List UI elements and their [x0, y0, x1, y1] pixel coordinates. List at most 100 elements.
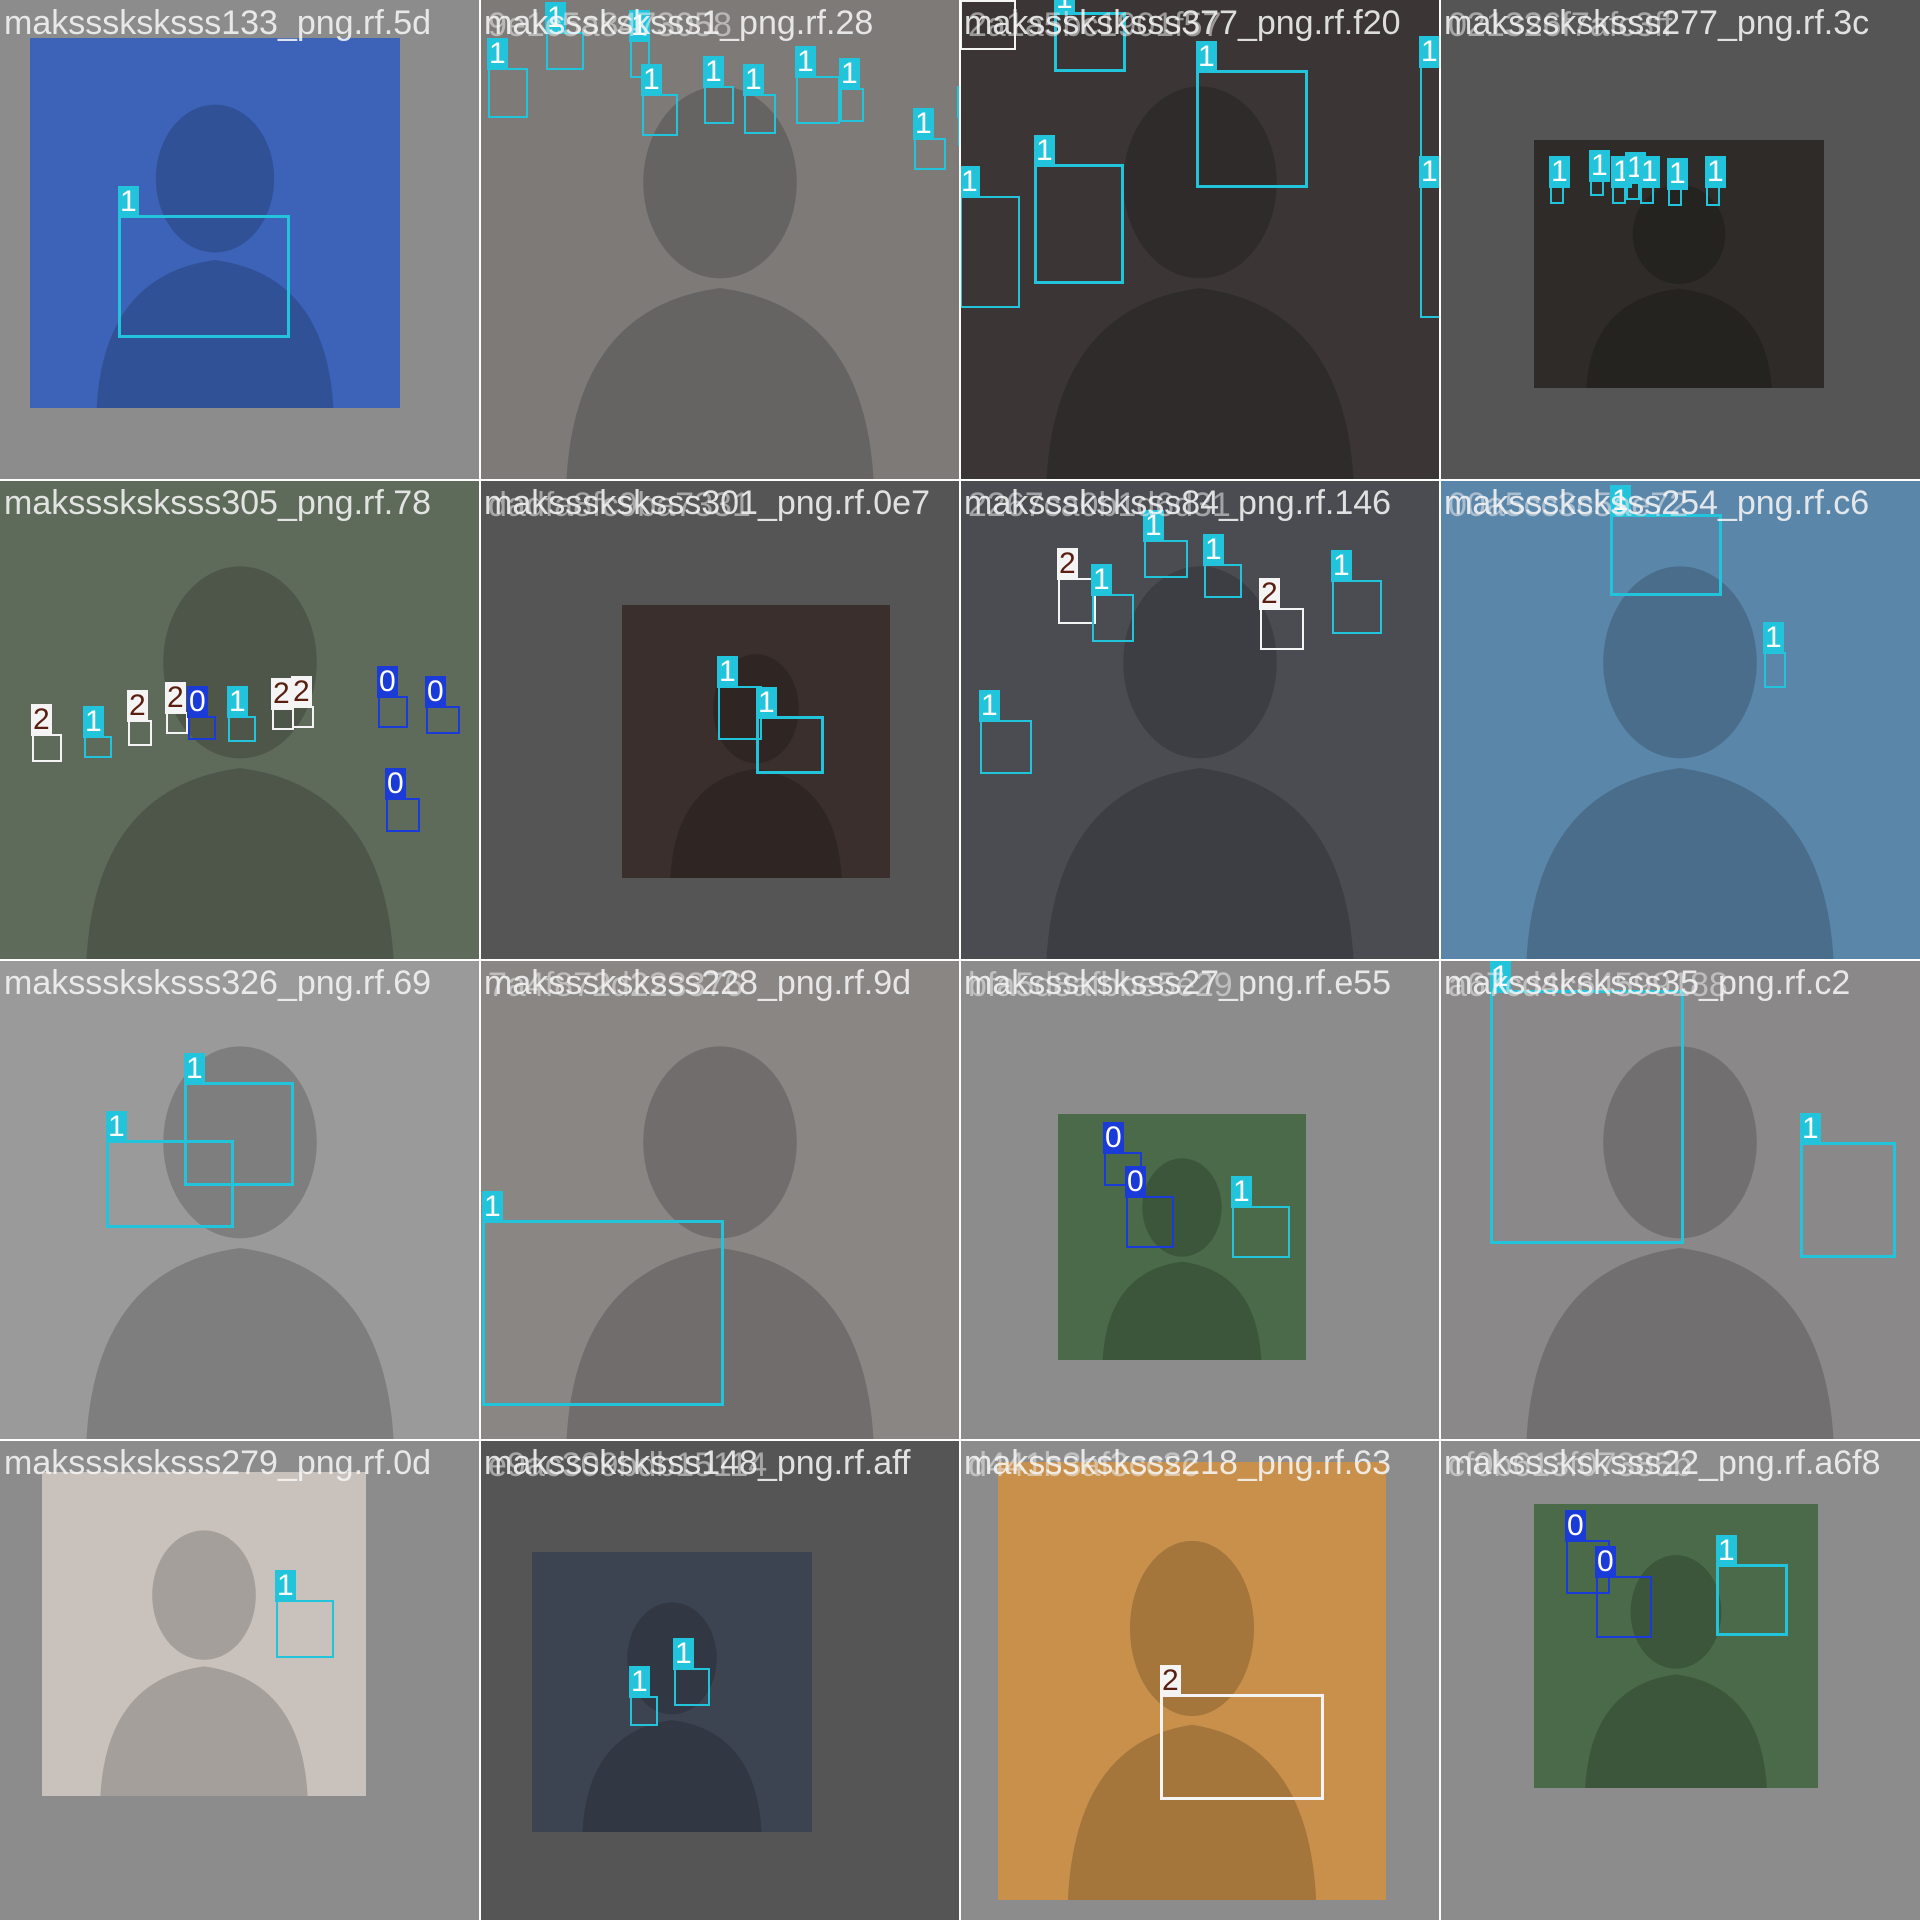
tile-photo: [532, 1552, 812, 1832]
detection-class-tag: 1: [184, 1052, 205, 1085]
detection-class-tag: 0: [1595, 1545, 1616, 1578]
detection-box-class-1: 1: [1549, 156, 1570, 204]
detection-class-tag: 1: [979, 689, 1000, 722]
detection-box-class-1: 1: [756, 687, 824, 774]
detection-box-class-1: 1: [106, 1111, 234, 1228]
detection-box-class-0: 0: [385, 768, 420, 832]
detection-box-class-1: 1: [641, 64, 678, 136]
detection-box-class-2: 2: [127, 690, 152, 746]
detection-box-class-1: 1: [1490, 961, 1684, 1244]
detection-class-tag: 1: [227, 685, 248, 718]
detection-class-tag: 1: [1196, 40, 1217, 73]
detection-class-tag: 1: [913, 107, 934, 140]
detection-box-class-0: 0: [187, 686, 216, 740]
mosaic-tile: 0 0 1 bfa5d8afbbe5e29 maksssksksss27_png.rf.…: [960, 960, 1440, 1440]
detection-box-class-1: 1: [83, 706, 112, 758]
detection-box-class-1: 1: [1589, 150, 1610, 196]
detection-box-class-0: 0: [1125, 1166, 1174, 1248]
tile-filename: maksssksksss218_png.rf.63: [964, 1444, 1392, 1482]
detection-class-tag: 1: [1800, 1112, 1821, 1145]
detection-class-tag: 1: [641, 63, 662, 96]
detection-class-tag: 1: [839, 57, 860, 90]
tile-filename: maksssksksss27_png.rf.e55: [964, 964, 1392, 1002]
detection-class-tag: 1: [83, 705, 104, 738]
mosaic-tile: 2 1 2 2 0 1 2 2 0 0 0 maksssksksss305_png.rf.78: [0, 480, 480, 960]
grid-divider: [0, 959, 1920, 961]
person-silhouette-icon: [86, 1046, 394, 1440]
detection-box-class-1: 1: [275, 1570, 334, 1658]
detection-class-tag: 1: [756, 686, 777, 719]
person-silhouette-icon: [1067, 1540, 1317, 1900]
detection-box-class-2: 2: [1259, 578, 1304, 650]
detection-class-tag: 1: [703, 55, 724, 88]
detection-box-class-2: 2: [271, 678, 294, 730]
detection-class-tag: 1: [118, 185, 139, 218]
detection-box-class-1: 1: [979, 690, 1032, 774]
detection-class-tag: 1: [1419, 155, 1440, 188]
detection-class-tag: 1: [1763, 621, 1784, 654]
tile-filename: maksssksksss301_png.rf.0e7: [484, 484, 930, 522]
person-silhouette-icon: [1046, 566, 1354, 960]
detection-box-class-1: 1: [1143, 510, 1188, 578]
detection-class-tag: 2: [1057, 547, 1078, 580]
detection-box-class-1: 1: [960, 166, 1020, 308]
detection-box-class-1: 1: [1667, 158, 1688, 206]
detection-box-class-1: 1: [673, 1638, 710, 1706]
mosaic-tile: 1 1 00a5cc3c5ae72 maksssksksss254_png.rf.c6: [1440, 480, 1920, 960]
detection-class-tag: 2: [1259, 577, 1280, 610]
detection-class-tag: 2: [960, 0, 980, 2]
tile-filename: maksssksksss305_png.rf.78: [4, 484, 432, 522]
detection-box-class-1: 1: [487, 38, 528, 118]
detection-box-class-1: 1: [743, 64, 776, 134]
grid-divider: [1439, 0, 1441, 1920]
mosaic-tile: 1 1 1 1 1 1 1 021326f7afc3ff maksssksksss277_png…: [1440, 0, 1920, 480]
detection-class-tag: 0: [385, 767, 406, 800]
detection-class-tag: 1: [795, 45, 816, 78]
detection-mosaic: 1 maksssksksss133_png.rf.5d 11111111119e1c…: [0, 0, 1920, 1920]
detection-class-tag: 1: [629, 1665, 650, 1698]
detection-box-class-1: 1: [1091, 564, 1134, 642]
mosaic-tile: 2 d441b3af3cc2c maksssksksss218_png.rf.63: [960, 1440, 1440, 1920]
tile-photo: [960, 480, 1440, 960]
detection-box-class-1: 1: [629, 1666, 658, 1726]
detection-class-tag: 2: [271, 677, 292, 710]
detection-class-tag: 1: [1231, 1175, 1252, 1208]
detection-box-class-0: 0: [1595, 1546, 1652, 1638]
detection-class-tag: 2: [1160, 1664, 1181, 1697]
tile-photo: [998, 1462, 1386, 1900]
detection-box-class-1: 1: [227, 686, 256, 742]
detection-class-tag: 1: [1589, 149, 1610, 182]
mosaic-tile: 2 1 1 1 2 1 1 2267ca0b1d6d31 maksssksksss84_png.…: [960, 480, 1440, 960]
tile-filename: maksssksksss377_png.rf.f20: [964, 4, 1401, 42]
detection-class-tag: 1: [717, 655, 738, 688]
detection-box-class-0: 0: [425, 676, 460, 734]
detection-box-class-1: 1: [1716, 1535, 1788, 1636]
detection-box-class-2: 2: [291, 676, 314, 728]
mosaic-tile: 1 maksssksksss133_png.rf.5d: [0, 0, 480, 480]
detection-class-tag: 1: [1034, 134, 1055, 167]
tile-photo: [0, 960, 480, 1440]
detection-box-class-1: 1: [1610, 485, 1722, 596]
detection-box-class-1: 1: [1196, 41, 1308, 188]
mosaic-tile: 1 1 e9ac309bdb15114 maksssksksss148_png.rf.…: [480, 1440, 960, 1920]
detection-box-class-0: 0: [377, 666, 408, 728]
detection-class-tag: 1: [1705, 155, 1726, 188]
mosaic-tile: 11111111119e1c5a8473058maksssksksss1_png…: [480, 0, 960, 480]
mosaic-tile: 1 1 a67cd4c64599188 maksssksksss35_png.rf.c…: [1440, 960, 1920, 1440]
detection-box-class-1: 1: [1639, 156, 1660, 204]
detection-class-tag: 1: [1203, 533, 1224, 566]
detection-class-tag: 1: [1639, 155, 1660, 188]
detection-box-class-1: 1: [1800, 1113, 1896, 1258]
detection-box-class-1: 1: [1331, 550, 1382, 634]
detection-class-tag: 2: [31, 703, 52, 736]
detection-box-class-1: 1: [1231, 1176, 1290, 1258]
detection-box-class-2: 2: [165, 682, 188, 734]
detection-box-class-1: 1: [1034, 135, 1124, 284]
tile-filename: maksssksksss133_png.rf.5d: [4, 4, 432, 42]
mosaic-tile: 1 maksssksksss279_png.rf.0d: [0, 1440, 480, 1920]
detection-class-tag: 2: [291, 675, 312, 708]
detection-class-tag: 0: [377, 665, 398, 698]
detection-box-class-1: 1: [482, 1191, 724, 1406]
detection-class-tag: 1: [743, 63, 764, 96]
tile-filename: maksssksksss228_png.rf.9d: [484, 964, 912, 1002]
